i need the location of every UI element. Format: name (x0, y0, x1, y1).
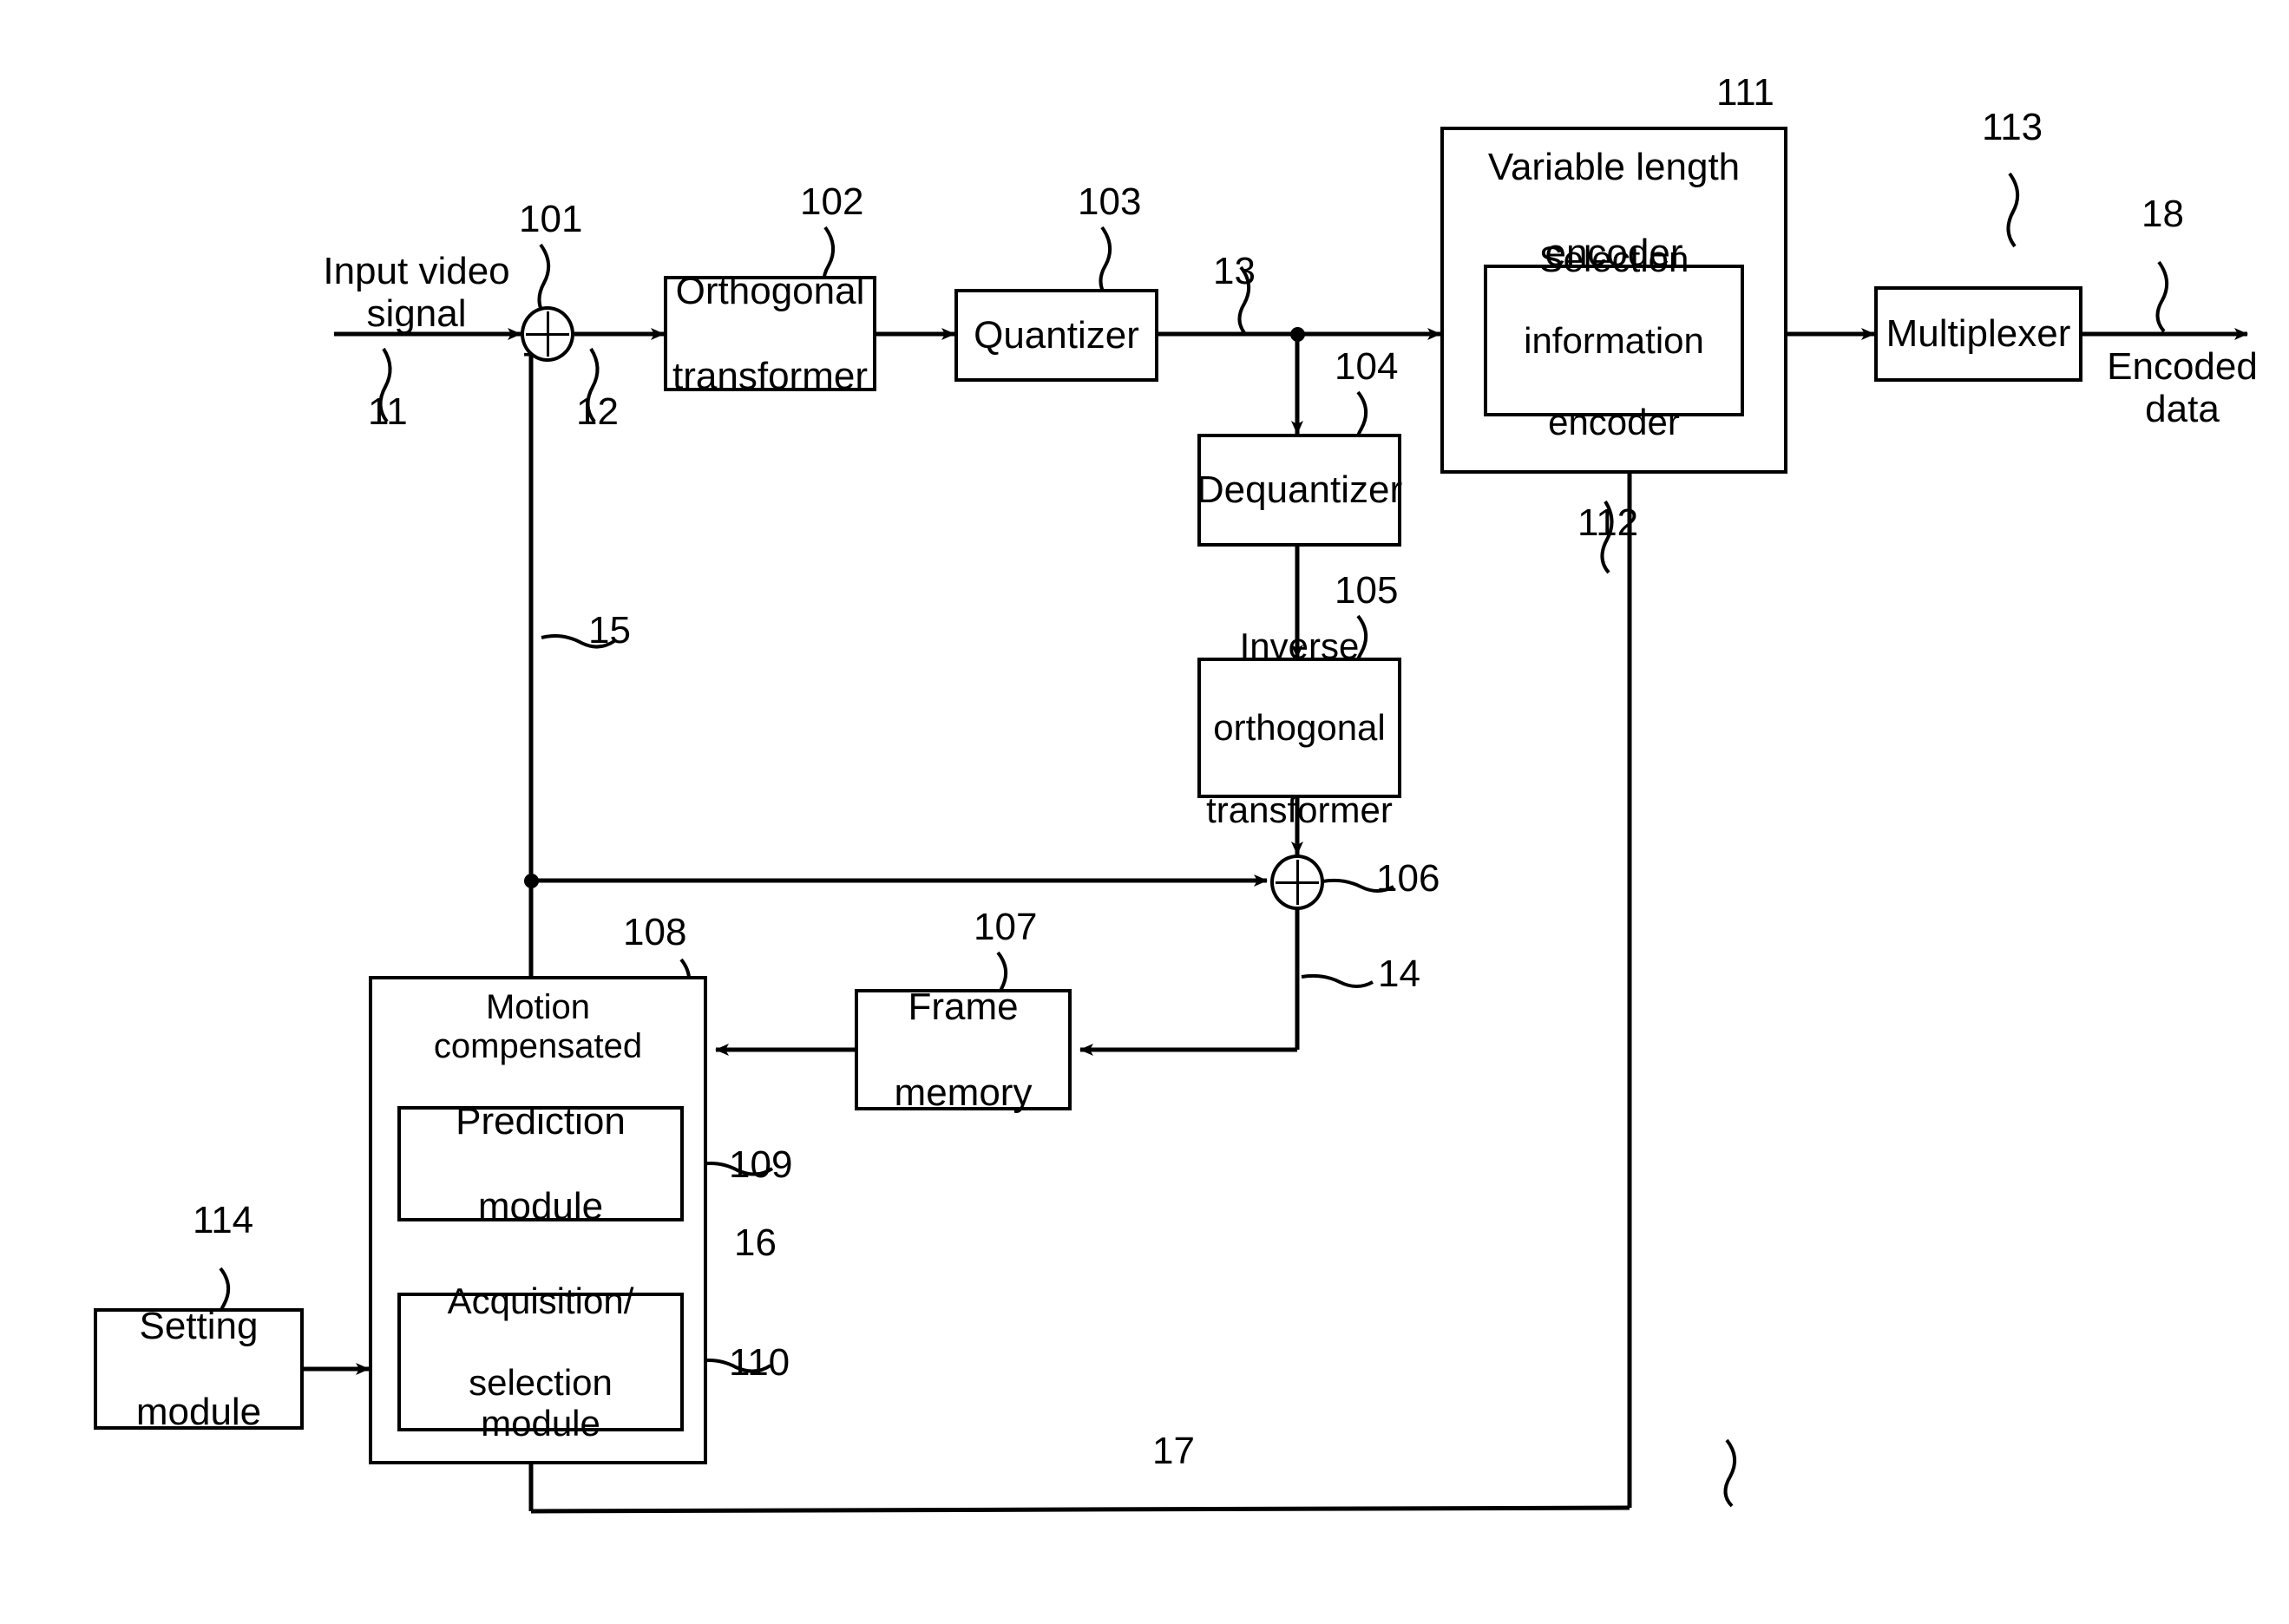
sie-line1: Selection (1538, 238, 1689, 279)
ref-110: 110 (729, 1341, 790, 1384)
ref-108: 108 (623, 911, 687, 953)
signal-17: 17 (1152, 1430, 1195, 1472)
ref-113: 113 (1982, 106, 2043, 148)
block-dequantizer[interactable]: Dequantizer (1197, 434, 1402, 547)
figure-canvas: Orthogonal transformer Quantizer Dequant… (0, 0, 2289, 1624)
prediction-line2: module (477, 1185, 604, 1228)
signal-13: 13 (1213, 250, 1256, 292)
frame-memory-line1: Frame (908, 986, 1019, 1029)
ref-112: 112 (1577, 501, 1639, 544)
setting-line2: module (135, 1390, 262, 1433)
junction-dot-13 (1290, 327, 1305, 342)
prediction-line1: Prediction (456, 1099, 626, 1143)
input-label-line2: signal (366, 292, 467, 336)
block-multiplexer[interactable]: Multiplexer (1874, 286, 2082, 382)
block-prediction-module[interactable]: Prediction module (397, 1100, 684, 1228)
block-frame-memory[interactable]: Frame memory (855, 986, 1072, 1114)
multiplexer-label: Multiplexer (1886, 312, 2071, 356)
ref-107: 107 (974, 906, 1038, 948)
block-selection-information-encoder[interactable]: Selection information encoder (1484, 239, 1744, 442)
ref-114: 114 (193, 1199, 254, 1241)
inverse-line1: Inverse (1239, 625, 1360, 667)
inverse-line2: orthogonal (1213, 707, 1386, 749)
connector-layer (217, 137, 2248, 1514)
ref-102: 102 (800, 180, 864, 223)
signal-12: 12 (576, 390, 619, 433)
frame-memory-line2: memory (894, 1071, 1033, 1114)
ref-111: 111 (1716, 71, 1774, 114)
ref-105: 105 (1335, 569, 1399, 612)
signal-16: 16 (734, 1221, 777, 1264)
output-label-line2: data (2145, 388, 2220, 431)
sie-line2: information (1524, 319, 1704, 361)
quantizer-label: Quantizer (974, 313, 1139, 357)
block-quantizer[interactable]: Quantizer (954, 289, 1158, 382)
block-acquisition-selection-module[interactable]: Acquisition/ selection module (397, 1280, 684, 1444)
block-setting-module[interactable]: Setting module (94, 1305, 304, 1433)
ref-106: 106 (1376, 857, 1440, 900)
subtractor-101[interactable] (521, 306, 574, 362)
ref-109: 109 (729, 1143, 793, 1186)
adder-106[interactable] (1270, 855, 1324, 910)
orthogonal-transformer-line2: transformer (672, 355, 868, 398)
dequantizer-label: Dequantizer (1196, 468, 1403, 512)
input-video-signal-label: Input video signal (312, 250, 521, 336)
signal-11: 11 (368, 390, 408, 433)
acq-line1: Acquisition/ (447, 1280, 634, 1321)
mcpm-line1: Motion compensated (433, 988, 643, 1065)
ref-101: 101 (519, 198, 583, 240)
setting-line1: Setting (139, 1305, 259, 1348)
signal-14: 14 (1378, 953, 1420, 995)
input-label-line1: Input video (323, 250, 510, 292)
acq-line2: selection module (469, 1362, 613, 1444)
signal-15: 15 (588, 609, 631, 652)
output-label-line1: Encoded (2107, 345, 2258, 388)
block-inverse-orthogonal-transformer[interactable]: Inverse orthogonal transformer (1197, 625, 1401, 830)
ref-103: 103 (1078, 180, 1142, 223)
signal-18: 18 (2141, 193, 2184, 235)
block-orthogonal-transformer[interactable]: Orthogonal transformer (664, 270, 876, 397)
sie-line3: encoder (1548, 402, 1680, 443)
orthogonal-transformer-line1: Orthogonal (675, 269, 865, 312)
inverse-line3: transformer (1206, 789, 1393, 830)
ref-104: 104 (1335, 345, 1399, 388)
junction-dot-15 (524, 874, 539, 888)
vle-line1: Variable length (1487, 146, 1741, 188)
encoded-data-label: Encoded data (2082, 345, 2282, 431)
